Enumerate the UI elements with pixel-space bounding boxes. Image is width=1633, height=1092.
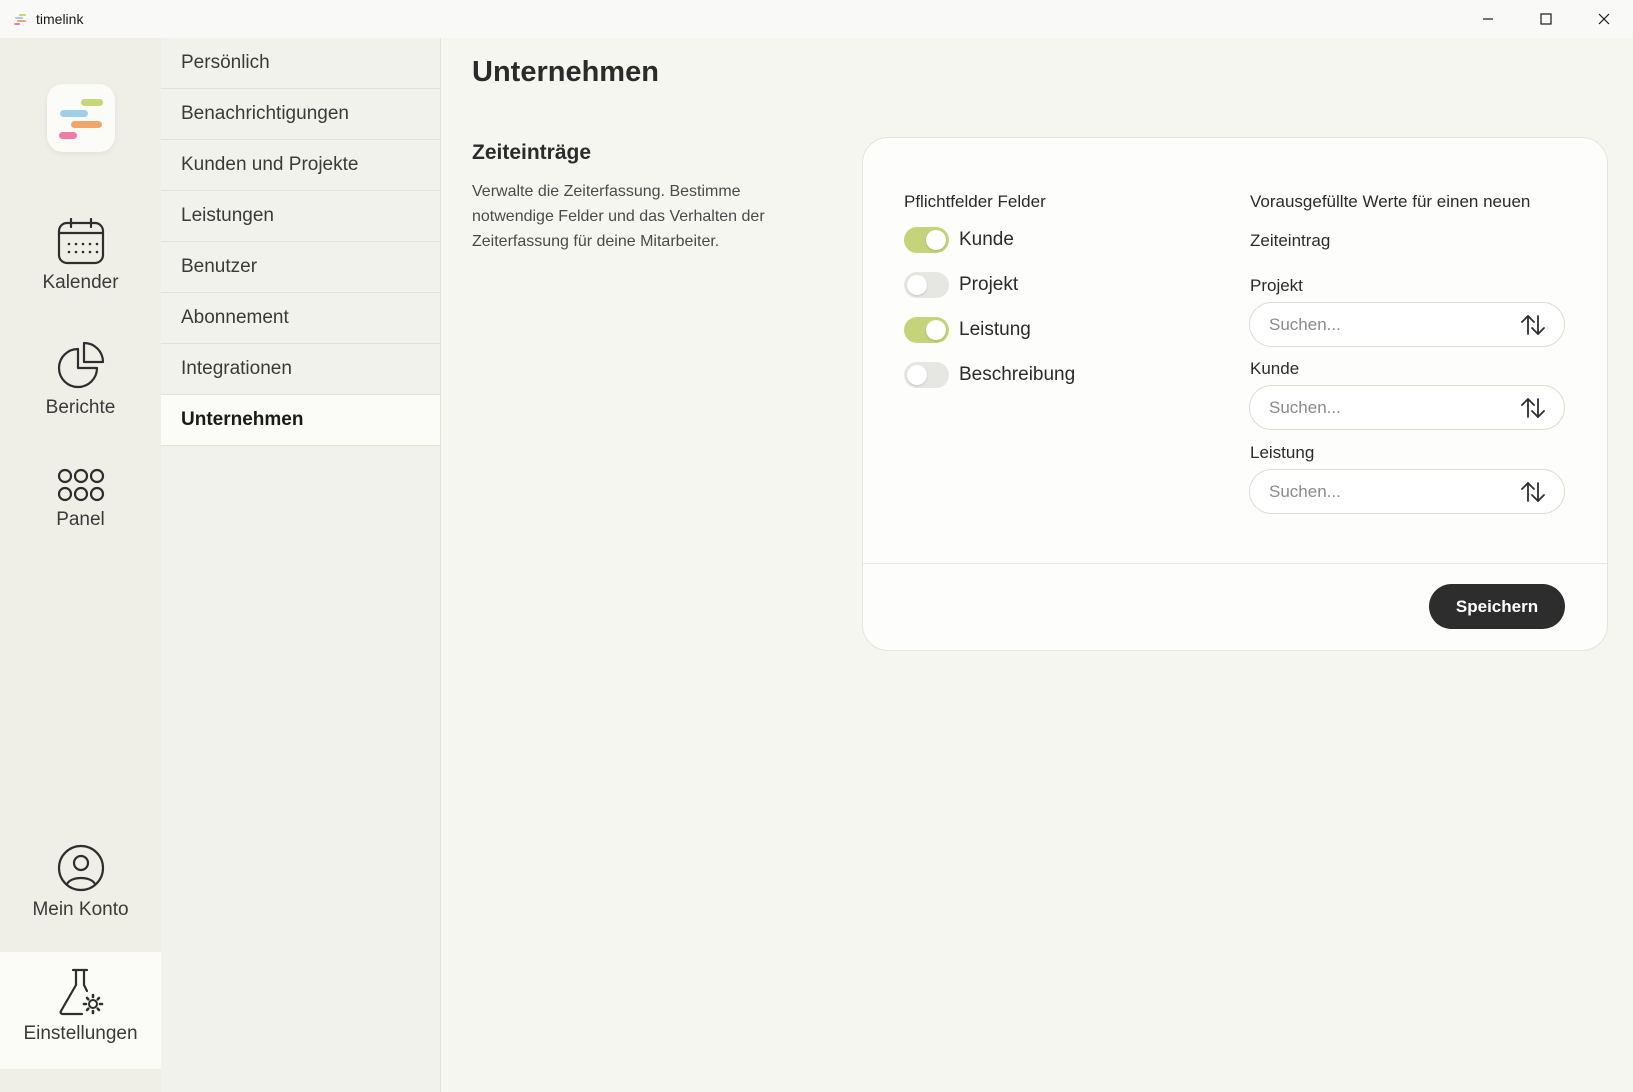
toggle-leistung[interactable]: Leistung (904, 315, 1031, 345)
kunde-select[interactable]: Suchen... (1249, 385, 1565, 430)
toggle-switch[interactable] (904, 227, 949, 253)
app-icon (13, 12, 27, 26)
settings-card: Pflichtfelder Felder Kunde Projekt Leist… (862, 137, 1608, 651)
select-placeholder: Suchen... (1269, 481, 1341, 501)
toggle-projekt[interactable]: Projekt (904, 270, 1018, 300)
toggle-label: Projekt (959, 274, 1019, 295)
section-description: Verwalte die Zeiterfassung. Bestimme not… (472, 183, 765, 250)
toggle-label: Leistung (959, 319, 1031, 340)
minimize-icon (1483, 18, 1493, 20)
prefill-heading: Vorausgefüllte Werte für einen neuen (1250, 192, 1531, 211)
toggle-kunde[interactable]: Kunde (904, 225, 1014, 255)
settings-nav-item[interactable]: Leistungen (161, 191, 440, 242)
select-placeholder: Suchen... (1269, 314, 1341, 334)
rail-label: Panel (56, 509, 105, 530)
toggle-beschreibung[interactable]: Beschreibung (904, 360, 1075, 390)
page-title: Unternehmen (472, 56, 659, 88)
timelink-logo[interactable] (47, 84, 115, 152)
select-placeholder: Suchen... (1269, 397, 1341, 417)
icon-rail: Kalender Berichte Panel Mein Konto Einst… (0, 38, 161, 1092)
rail-label: Einstellungen (23, 1023, 138, 1044)
rail-item-mein-konto[interactable]: Mein Konto (0, 843, 161, 921)
card-divider (863, 563, 1607, 564)
rail-item-einstellungen[interactable]: Einstellungen (0, 952, 161, 1069)
sort-arrows-icon (1521, 314, 1545, 335)
rail-item-berichte[interactable]: Berichte (0, 341, 161, 419)
close-icon (1598, 13, 1610, 25)
section-title: Zeiteinträge (472, 141, 592, 164)
field-label-projekt: Projekt (1250, 276, 1303, 295)
settings-nav: Persönlich Benachrichtigungen Kunden und… (161, 38, 441, 1092)
maximize-icon (1540, 13, 1552, 25)
sort-arrows-icon (1521, 397, 1545, 418)
maximize-button[interactable] (1517, 0, 1575, 38)
field-label-kunde: Kunde (1250, 359, 1300, 378)
settings-nav-item[interactable]: Benutzer (161, 242, 440, 293)
window-title: timelink (36, 11, 84, 27)
toggle-switch[interactable] (904, 317, 949, 343)
rail-item-kalender[interactable]: Kalender (0, 218, 161, 294)
rail-label: Mein Konto (32, 899, 129, 920)
flask-gear-icon (59, 968, 103, 1016)
pie-chart-icon (57, 341, 104, 389)
grid-icon (57, 468, 104, 502)
toggle-label: Beschreibung (959, 364, 1076, 385)
toggle-label: Kunde (959, 229, 1014, 250)
sort-arrows-icon (1521, 481, 1545, 502)
save-button[interactable]: Speichern (1429, 584, 1565, 629)
calendar-icon (57, 218, 104, 265)
close-button[interactable] (1575, 0, 1633, 38)
projekt-select[interactable]: Suchen... (1249, 302, 1565, 347)
settings-nav-item-active[interactable]: Unternehmen (161, 395, 440, 446)
rail-item-panel[interactable]: Panel (0, 467, 161, 531)
rail-label: Kalender (42, 272, 119, 293)
user-circle-icon (57, 844, 104, 892)
toggle-switch[interactable] (904, 362, 949, 388)
title-bar: timelink (0, 0, 1633, 38)
settings-nav-item[interactable]: Integrationen (161, 344, 440, 395)
leistung-select[interactable]: Suchen... (1249, 469, 1565, 514)
settings-nav-item[interactable]: Benachrichtigungen (161, 89, 440, 140)
settings-nav-item[interactable]: Kunden und Projekte (161, 140, 440, 191)
settings-nav-item[interactable]: Abonnement (161, 293, 440, 344)
main-content: Unternehmen Zeiteinträge Verwalte die Ze… (442, 38, 1633, 1092)
field-label-leistung: Leistung (1250, 443, 1315, 462)
minimize-button[interactable] (1459, 0, 1517, 38)
rail-label: Berichte (45, 397, 116, 418)
settings-nav-item[interactable]: Persönlich (161, 38, 440, 89)
required-fields-heading: Pflichtfelder Felder (904, 192, 1046, 211)
prefill-subheading: Zeiteintrag (1250, 231, 1331, 250)
toggle-switch[interactable] (904, 272, 949, 298)
